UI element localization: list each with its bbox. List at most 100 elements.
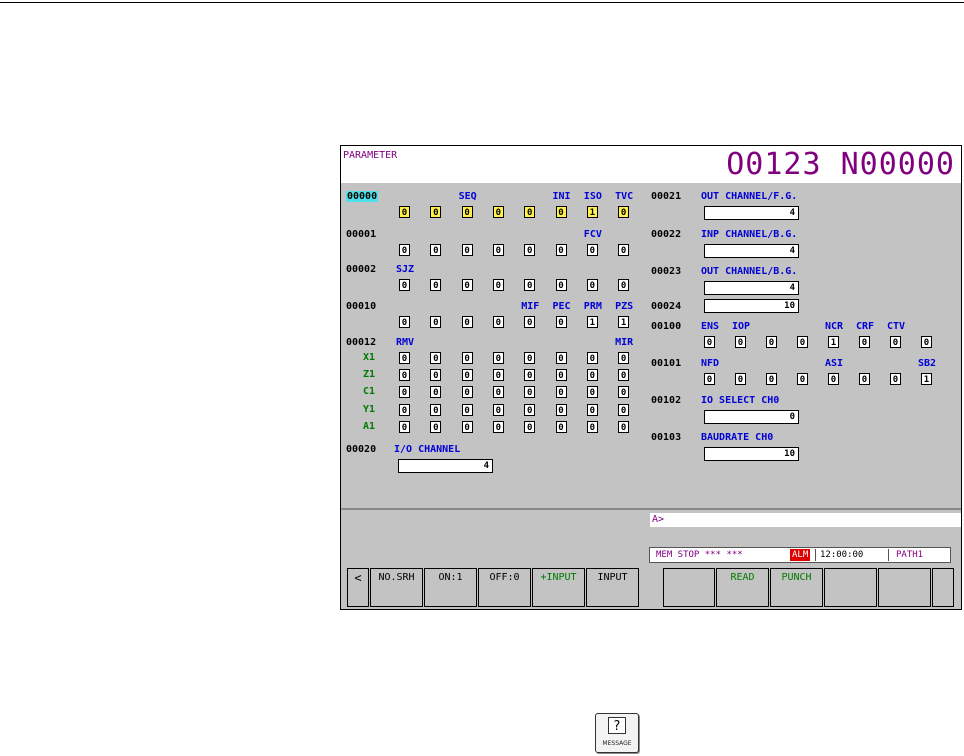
softkey[interactable] <box>878 568 931 607</box>
bit-cell[interactable]: 0 <box>555 206 567 218</box>
param-value[interactable]: 4 <box>398 459 493 473</box>
bit-cell[interactable]: 0 <box>586 279 598 291</box>
bit-cell[interactable]: 0 <box>555 352 567 364</box>
bit-cell[interactable]: 0 <box>461 316 473 328</box>
bit-cell[interactable]: 0 <box>618 244 630 256</box>
bit-cell[interactable]: 0 <box>555 420 567 433</box>
param-value[interactable]: 4 <box>704 281 799 295</box>
param-number[interactable]: 00024 <box>651 301 681 312</box>
bit-cell[interactable]: 0 <box>586 403 598 416</box>
param-number[interactable]: 00023 <box>651 266 681 277</box>
bit-cell[interactable]: 0 <box>430 206 442 218</box>
bit-cell[interactable]: 0 <box>797 373 808 385</box>
bit-cell[interactable]: 0 <box>524 403 536 416</box>
softkey[interactable]: INPUT <box>586 568 639 607</box>
bit-cell[interactable]: 0 <box>399 403 410 416</box>
bit-cell[interactable]: 0 <box>586 420 598 433</box>
bit-cell[interactable]: 0 <box>586 352 598 364</box>
bit-cell[interactable]: 0 <box>524 386 536 399</box>
bit-cell[interactable]: 0 <box>461 403 473 416</box>
bit-cell[interactable]: 0 <box>524 369 536 382</box>
bit-cell[interactable]: 0 <box>461 352 473 364</box>
param-number[interactable]: 00022 <box>651 229 681 240</box>
bit-cell[interactable]: 0 <box>492 403 504 416</box>
bit-cell[interactable]: 1 <box>921 373 932 385</box>
bit-cell[interactable]: 0 <box>524 279 536 291</box>
bit-cell[interactable]: 0 <box>399 352 410 364</box>
param-number[interactable]: 00002 <box>346 264 376 275</box>
param-number[interactable]: 00100 <box>651 321 681 332</box>
param-number[interactable]: 00103 <box>651 432 681 443</box>
bit-cell[interactable]: 0 <box>586 386 598 399</box>
softkey[interactable]: OFF:0 <box>478 568 531 607</box>
bit-cell[interactable]: 0 <box>524 420 536 433</box>
bit-cell[interactable]: 0 <box>555 386 567 399</box>
bit-cell[interactable]: 0 <box>735 336 746 348</box>
bit-cell[interactable]: 0 <box>618 206 630 218</box>
bit-cell[interactable]: 0 <box>890 373 901 385</box>
bit-cell[interactable]: 0 <box>555 403 567 416</box>
bit-cell[interactable]: 0 <box>524 206 536 218</box>
bit-cell[interactable]: 0 <box>735 373 746 385</box>
softkey[interactable] <box>824 568 877 607</box>
bit-cell[interactable]: 0 <box>766 373 777 385</box>
bit-cell[interactable]: 0 <box>492 352 504 364</box>
bit-cell[interactable]: 0 <box>492 386 504 399</box>
bit-cell[interactable]: 0 <box>524 316 536 328</box>
param-value[interactable]: 4 <box>704 206 799 220</box>
param-number[interactable]: 00021 <box>651 191 681 202</box>
param-number[interactable]: 00010 <box>346 301 376 312</box>
bit-cell[interactable]: 0 <box>618 403 630 416</box>
bit-cell[interactable]: 0 <box>555 316 567 328</box>
param-value[interactable]: 4 <box>704 244 799 258</box>
param-value[interactable]: 0 <box>704 410 799 424</box>
bit-cell[interactable]: 0 <box>461 206 473 218</box>
bit-cell[interactable]: 0 <box>492 369 504 382</box>
bit-cell[interactable]: 0 <box>399 386 410 399</box>
bit-cell[interactable]: 1 <box>586 206 598 218</box>
bit-cell[interactable]: 0 <box>921 336 932 348</box>
bit-cell[interactable]: 0 <box>618 279 630 291</box>
bit-cell[interactable]: 0 <box>461 420 473 433</box>
bit-cell[interactable]: 0 <box>399 279 410 291</box>
bit-cell[interactable]: 0 <box>430 352 442 364</box>
bit-cell[interactable]: 0 <box>618 352 630 364</box>
bit-cell[interactable]: 0 <box>492 420 504 433</box>
softkey[interactable]: +INPUT <box>532 568 585 607</box>
bit-cell[interactable]: 0 <box>492 206 504 218</box>
bit-cell[interactable]: 0 <box>766 336 777 348</box>
bit-cell[interactable]: 0 <box>492 244 504 256</box>
bit-cell[interactable]: 1 <box>618 316 630 328</box>
bit-cell[interactable]: 0 <box>399 369 410 382</box>
bit-cell[interactable]: 0 <box>890 336 901 348</box>
param-number[interactable]: 00001 <box>346 229 376 240</box>
bit-cell[interactable]: 0 <box>399 206 410 218</box>
bit-cell[interactable]: 0 <box>618 369 630 382</box>
bit-cell[interactable]: 0 <box>492 316 504 328</box>
bit-cell[interactable]: 0 <box>828 373 839 385</box>
param-number[interactable]: 00000 <box>346 191 379 202</box>
key-input-line[interactable]: A> <box>650 513 961 527</box>
param-number[interactable]: 00012 <box>346 337 376 348</box>
bit-cell[interactable]: 0 <box>586 369 598 382</box>
bit-cell[interactable]: 0 <box>461 244 473 256</box>
bit-cell[interactable]: 0 <box>618 420 630 433</box>
bit-cell[interactable]: 0 <box>618 386 630 399</box>
message-key[interactable]: ? MESSAGE <box>595 713 639 753</box>
param-value[interactable]: 10 <box>704 447 799 461</box>
softkey[interactable] <box>932 568 954 607</box>
bit-cell[interactable]: 0 <box>859 336 870 348</box>
bit-cell[interactable]: 0 <box>430 369 442 382</box>
bit-cell[interactable]: 0 <box>399 244 410 256</box>
param-number[interactable]: 00020 <box>346 444 376 455</box>
bit-cell[interactable]: 0 <box>461 369 473 382</box>
bit-cell[interactable]: 0 <box>555 244 567 256</box>
param-number[interactable]: 00102 <box>651 395 681 406</box>
bit-cell[interactable]: 0 <box>430 386 442 399</box>
bit-cell[interactable]: 1 <box>828 336 839 348</box>
bit-cell[interactable]: 0 <box>430 244 442 256</box>
bit-cell[interactable]: 0 <box>797 336 808 348</box>
bit-cell[interactable]: 0 <box>430 279 442 291</box>
bit-cell[interactable]: 0 <box>430 420 442 433</box>
bit-cell[interactable]: 0 <box>492 279 504 291</box>
